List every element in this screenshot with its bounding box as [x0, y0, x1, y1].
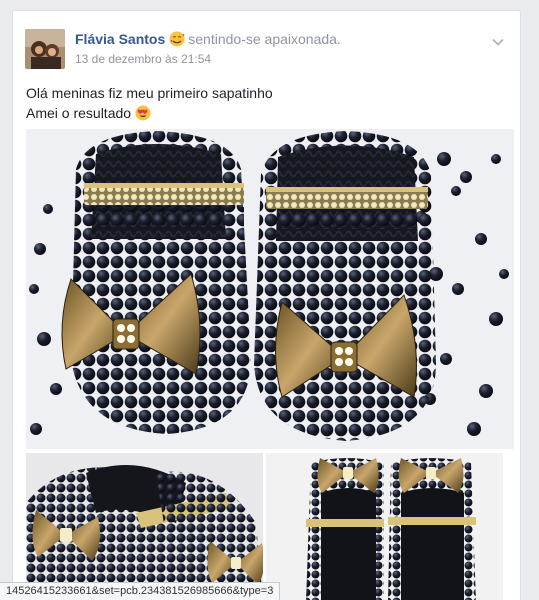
status-bar-url: 14526415233661&set=pcb.234381526985666&t… [0, 582, 281, 600]
author-name-link[interactable]: Flávia Santos [75, 31, 165, 47]
post-header: Flávia Santos sentindo-se apaixonada. [75, 31, 341, 50]
post-text-line-2: Amei o resultado [26, 105, 132, 121]
thumbnail-photo-1[interactable] [26, 453, 263, 600]
heart-eyes-emoji-icon [135, 105, 151, 126]
main-photo[interactable] [26, 129, 514, 449]
author-avatar[interactable] [25, 29, 65, 69]
chevron-down-icon[interactable] [492, 33, 504, 51]
post-text-line-1: Olá meninas fiz meu primeiro sapatinho [26, 85, 273, 101]
post-message: Olá meninas fiz meu primeiro sapatinho A… [26, 83, 273, 126]
post-timestamp[interactable]: 13 de dezembro às 21:54 [75, 52, 211, 66]
post-text-line-2-row: Amei o resultado [26, 103, 273, 126]
feeling-text: sentindo-se apaixonada. [188, 31, 341, 47]
thumbnail-photo-2[interactable] [266, 453, 503, 600]
post-card: Flávia Santos sentindo-se apaixonada. 13… [12, 10, 521, 600]
smiling-hearts-emoji-icon [169, 31, 185, 50]
